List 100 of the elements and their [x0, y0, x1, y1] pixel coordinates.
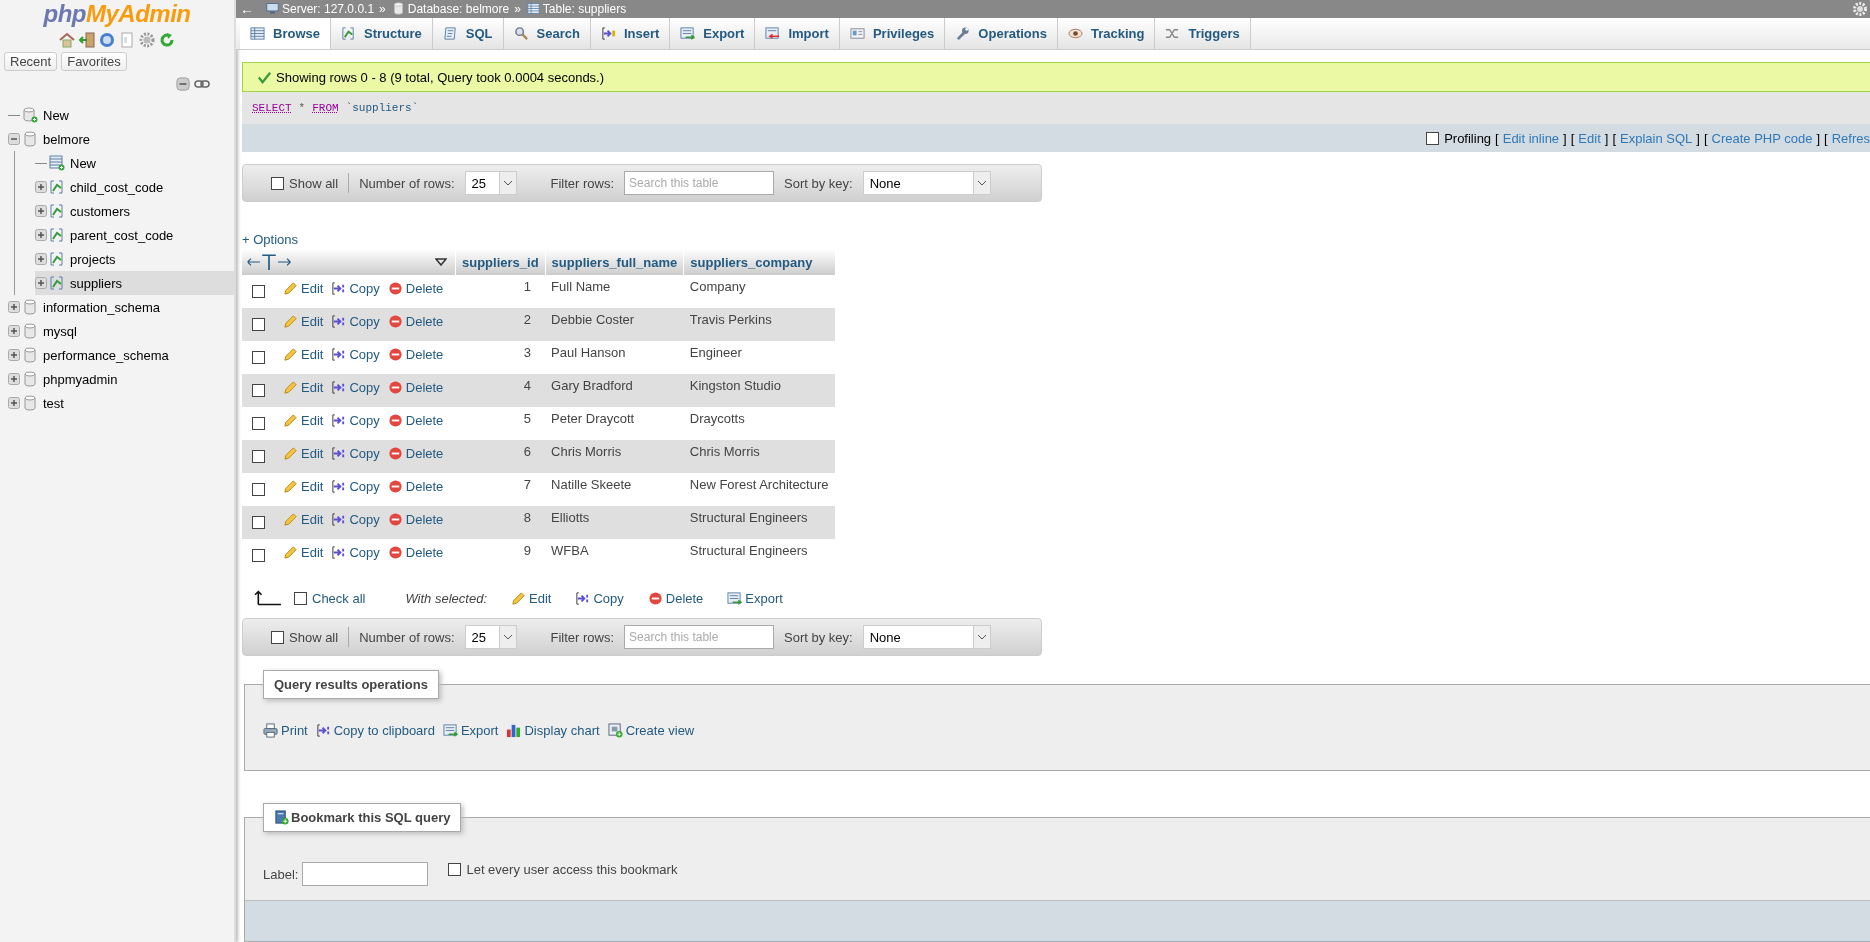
- tree-item[interactable]: projects: [35, 247, 234, 271]
- row-checkbox[interactable]: [252, 417, 265, 430]
- column-header[interactable]: suppliers_full_name: [545, 249, 684, 275]
- operation-link[interactable]: Print: [263, 723, 308, 738]
- action-link[interactable]: Delete: [387, 347, 444, 362]
- action-link[interactable]: Copy: [331, 545, 380, 560]
- action-link[interactable]: Copy: [331, 347, 380, 362]
- action-link[interactable]: Copy: [331, 380, 380, 395]
- checkbox[interactable]: [448, 863, 462, 876]
- tab[interactable]: SQL: [432, 17, 504, 49]
- checkbox[interactable]: [271, 176, 284, 190]
- row-checkbox[interactable]: [252, 483, 265, 496]
- home-icon[interactable]: [59, 32, 75, 48]
- action-link[interactable]: Edit: [283, 545, 324, 560]
- tab[interactable]: Tracking: [1057, 17, 1156, 49]
- tab[interactable]: Operations: [945, 17, 1058, 49]
- expand-icon[interactable]: [8, 301, 20, 313]
- breadcrumb-link[interactable]: Table: suppliers: [542, 1, 627, 16]
- dropdown-icon[interactable]: [435, 258, 447, 266]
- expand-icon[interactable]: [35, 205, 47, 217]
- action-link[interactable]: Copy: [331, 479, 380, 494]
- tab[interactable]: Triggers: [1155, 17, 1251, 49]
- action-link[interactable]: Edit: [283, 413, 324, 428]
- action-link[interactable]: Edit: [283, 512, 324, 527]
- action-link[interactable]: Delete: [387, 545, 444, 560]
- action-link[interactable]: Delete: [387, 446, 444, 461]
- filter-field[interactable]: Search this table: [624, 625, 775, 649]
- link-icon[interactable]: [194, 77, 210, 91]
- action-link[interactable]: Delete: [387, 314, 444, 329]
- tree-item[interactable]: suppliers: [35, 271, 234, 295]
- check-all-link[interactable]: Check all: [312, 590, 366, 606]
- row-checkbox[interactable]: [252, 318, 265, 331]
- action-link[interactable]: Copy: [575, 590, 624, 606]
- checkbox[interactable]: [294, 591, 307, 605]
- tab[interactable]: Structure: [330, 17, 433, 49]
- expand-icon[interactable]: [8, 373, 20, 385]
- settings-icon[interactable]: [139, 32, 155, 48]
- action-link[interactable]: Copy: [331, 446, 380, 461]
- sort-dropdown[interactable]: None: [862, 171, 991, 195]
- tree-item[interactable]: performance_schema: [8, 343, 234, 367]
- row-checkbox[interactable]: [252, 450, 265, 463]
- action-link[interactable]: Delete: [387, 413, 444, 428]
- row-checkbox[interactable]: [252, 351, 265, 364]
- tree-item[interactable]: New: [35, 151, 234, 175]
- tree-item[interactable]: customers: [35, 199, 234, 223]
- label-field[interactable]: [302, 862, 429, 886]
- tree-item[interactable]: phpmyadmin: [8, 367, 234, 391]
- action-link[interactable]: Edit: [283, 281, 324, 296]
- operation-link[interactable]: Copy to clipboard: [315, 723, 435, 738]
- expand-icon[interactable]: [8, 349, 20, 361]
- action-link[interactable]: Copy: [331, 281, 380, 296]
- options-link[interactable]: + Options: [242, 232, 298, 247]
- action-link[interactable]: Delete: [387, 380, 444, 395]
- operation-link[interactable]: Display chart: [506, 723, 600, 738]
- column-resize-icon[interactable]: [246, 253, 292, 271]
- expand-icon[interactable]: [35, 181, 47, 193]
- exit-icon[interactable]: [79, 32, 95, 48]
- breadcrumb-link[interactable]: Server: 127.0.0.1: [282, 1, 375, 16]
- action-link[interactable]: Edit: [283, 479, 324, 494]
- tree-item[interactable]: parent_cost_code: [35, 223, 234, 247]
- action-link[interactable]: Copy: [331, 314, 380, 329]
- action-link[interactable]: Export: [727, 590, 783, 606]
- action-link[interactable]: Copy: [331, 413, 380, 428]
- tab[interactable]: Browse: [240, 17, 331, 49]
- action-link[interactable]: Copy: [331, 512, 380, 527]
- action-link[interactable]: Delete: [647, 590, 704, 606]
- back-button[interactable]: ←: [240, 0, 254, 17]
- action-link[interactable]: Edit: [283, 380, 324, 395]
- sidebar-tab[interactable]: Favorites: [61, 52, 127, 71]
- action-link[interactable]: Delete: [387, 512, 444, 527]
- column-header[interactable]: suppliers_id: [455, 249, 546, 275]
- action-link[interactable]: Edit: [283, 446, 324, 461]
- row-checkbox[interactable]: [252, 549, 265, 562]
- checkbox[interactable]: [1426, 131, 1440, 145]
- help-icon[interactable]: [99, 32, 115, 48]
- sort-dropdown[interactable]: None: [862, 625, 991, 649]
- reload-icon[interactable]: [159, 32, 175, 48]
- action-link[interactable]: Delete: [387, 281, 444, 296]
- tab[interactable]: Privileges: [839, 17, 946, 49]
- rows-dropdown[interactable]: 25: [464, 171, 517, 195]
- column-header[interactable]: suppliers_company: [683, 249, 835, 275]
- action-link[interactable]: Edit: [283, 347, 324, 362]
- operation-link[interactable]: Create view: [607, 723, 695, 738]
- action-link[interactable]: Edit: [511, 590, 552, 606]
- logo[interactable]: phpMyAdmin: [43, 0, 191, 28]
- checkbox[interactable]: [271, 630, 284, 644]
- rows-dropdown[interactable]: 25: [464, 625, 517, 649]
- tab[interactable]: Export: [670, 17, 756, 49]
- expand-icon[interactable]: [35, 277, 47, 289]
- tree-item[interactable]: child_cost_code: [35, 175, 234, 199]
- collapse-icon[interactable]: [8, 133, 20, 145]
- row-checkbox[interactable]: [252, 516, 265, 529]
- row-checkbox[interactable]: [252, 285, 265, 298]
- row-checkbox[interactable]: [252, 384, 265, 397]
- tab[interactable]: Insert: [590, 17, 671, 49]
- action-link[interactable]: Delete: [387, 479, 444, 494]
- tree-item[interactable]: mysql: [8, 319, 234, 343]
- expand-icon[interactable]: [35, 253, 47, 265]
- collapse-all-icon[interactable]: [175, 77, 191, 91]
- expand-icon[interactable]: [8, 325, 20, 337]
